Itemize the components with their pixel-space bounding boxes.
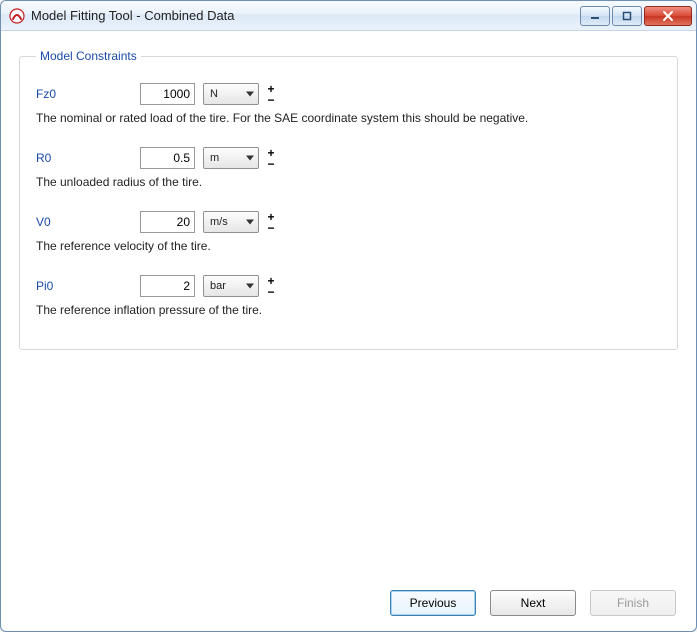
window-title: Model Fitting Tool - Combined Data: [31, 8, 580, 23]
v0-description: The reference velocity of the tire.: [36, 239, 661, 253]
chevron-down-icon: [246, 284, 254, 289]
fz0-increment-button[interactable]: +: [265, 84, 277, 93]
pi0-unit-select[interactable]: bar: [203, 275, 259, 297]
fz0-input[interactable]: [140, 83, 195, 105]
fz0-decrement-button[interactable]: −: [265, 95, 277, 104]
v0-unit-value: m/s: [210, 216, 228, 228]
r0-spinner: + −: [265, 147, 277, 169]
close-button[interactable]: [644, 6, 692, 26]
v0-increment-button[interactable]: +: [265, 212, 277, 221]
r0-unit-value: m: [210, 152, 219, 164]
fz0-unit-value: N: [210, 88, 218, 100]
param-label-r0: R0: [36, 151, 132, 165]
param-row-r0: R0 m + −: [36, 147, 661, 169]
param-row-pi0: Pi0 bar + −: [36, 275, 661, 297]
fz0-spinner: + −: [265, 83, 277, 105]
r0-unit-select[interactable]: m: [203, 147, 259, 169]
footer-buttons: Previous Next Finish: [1, 585, 696, 631]
pi0-spinner: + −: [265, 275, 277, 297]
v0-unit-select[interactable]: m/s: [203, 211, 259, 233]
r0-decrement-button[interactable]: −: [265, 159, 277, 168]
fz0-description: The nominal or rated load of the tire. F…: [36, 111, 661, 125]
finish-button[interactable]: Finish: [590, 590, 676, 616]
group-legend: Model Constraints: [36, 49, 141, 63]
param-row-v0: V0 m/s + −: [36, 211, 661, 233]
param-row-fz0: Fz0 N + −: [36, 83, 661, 105]
v0-input[interactable]: [140, 211, 195, 233]
v0-decrement-button[interactable]: −: [265, 223, 277, 232]
minimize-button[interactable]: [580, 6, 610, 26]
maximize-button[interactable]: [612, 6, 642, 26]
pi0-decrement-button[interactable]: −: [265, 287, 277, 296]
param-label-v0: V0: [36, 215, 132, 229]
titlebar: Model Fitting Tool - Combined Data: [1, 1, 696, 31]
r0-increment-button[interactable]: +: [265, 148, 277, 157]
model-constraints-group: Model Constraints Fz0 N + − The nominal …: [19, 49, 678, 350]
r0-description: The unloaded radius of the tire.: [36, 175, 661, 189]
app-icon: [9, 8, 25, 24]
next-button[interactable]: Next: [490, 590, 576, 616]
r0-input[interactable]: [140, 147, 195, 169]
chevron-down-icon: [246, 156, 254, 161]
app-window: Model Fitting Tool - Combined Data Model…: [0, 0, 697, 632]
content-area: Model Constraints Fz0 N + − The nominal …: [1, 31, 696, 585]
window-controls: [580, 6, 692, 26]
pi0-increment-button[interactable]: +: [265, 276, 277, 285]
fz0-unit-select[interactable]: N: [203, 83, 259, 105]
v0-spinner: + −: [265, 211, 277, 233]
pi0-input[interactable]: [140, 275, 195, 297]
param-label-fz0: Fz0: [36, 87, 132, 101]
chevron-down-icon: [246, 92, 254, 97]
previous-button[interactable]: Previous: [390, 590, 476, 616]
param-label-pi0: Pi0: [36, 279, 132, 293]
pi0-unit-value: bar: [210, 280, 226, 292]
pi0-description: The reference inflation pressure of the …: [36, 303, 661, 317]
chevron-down-icon: [246, 220, 254, 225]
